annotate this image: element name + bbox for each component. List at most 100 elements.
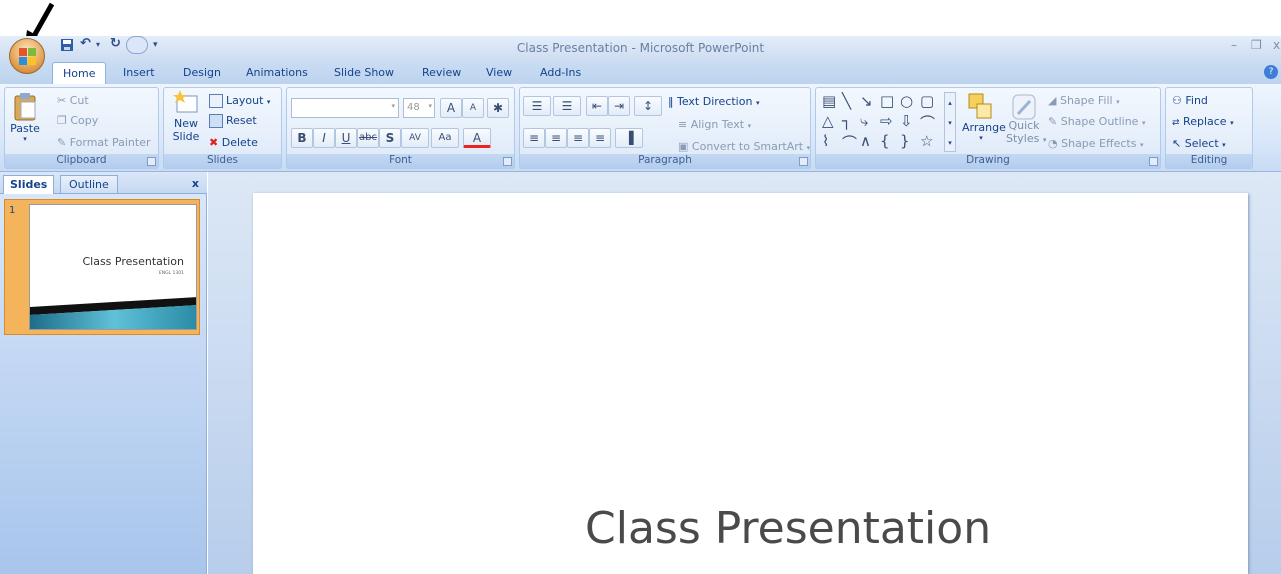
help-icon[interactable]: ?: [1264, 65, 1278, 79]
reset-button[interactable]: Reset: [209, 114, 257, 128]
decrease-indent-button[interactable]: ⇤: [586, 96, 608, 116]
minimize-icon[interactable]: –: [1231, 38, 1237, 52]
convert-smartart-button[interactable]: ▣ Convert to SmartArt ▾: [678, 140, 810, 153]
bullets-button[interactable]: ☰: [523, 96, 551, 116]
right-brace-shape-icon[interactable]: }: [900, 132, 910, 150]
oval-shape-icon[interactable]: ○: [900, 92, 913, 110]
font-group: ▾ 48 ▾ A A ✱ B I U abc S AV Aa A Font: [286, 87, 515, 169]
elbow-arrow-shape-icon[interactable]: ⤷: [860, 112, 868, 130]
layout-dropdown-icon: ▾: [266, 98, 271, 106]
freeform-shape-icon[interactable]: ⌇: [822, 132, 829, 150]
tab-home[interactable]: Home: [52, 62, 107, 85]
text-direction-button[interactable]: ‖ Text Direction ▾: [668, 95, 759, 108]
new-slide-button[interactable]: New Slide: [168, 90, 204, 143]
align-right-button[interactable]: ≡: [567, 128, 589, 148]
undo-icon[interactable]: ↶: [80, 36, 91, 56]
font-size-value: 48: [407, 102, 420, 113]
arrange-button[interactable]: Arrange ▾: [962, 92, 1006, 142]
window-controls: – ❐ x: [1211, 38, 1281, 58]
replace-button[interactable]: ⇄ Replace ▾: [1172, 115, 1234, 128]
close-icon[interactable]: x: [1273, 38, 1280, 52]
down-arrow-shape-icon[interactable]: ⇩: [900, 112, 913, 130]
font-launcher-icon[interactable]: [503, 157, 512, 166]
tab-review[interactable]: Review: [422, 66, 461, 79]
tab-view[interactable]: View: [486, 66, 512, 79]
rectangle-shape-icon[interactable]: □: [880, 92, 894, 110]
close-pane-icon[interactable]: x: [192, 177, 199, 190]
clear-formatting-icon[interactable]: ✱: [487, 98, 509, 118]
numbering-button[interactable]: ☰: [553, 96, 581, 116]
paste-button[interactable]: Paste ▾: [9, 92, 41, 143]
italic-button[interactable]: I: [313, 128, 335, 148]
redo-icon[interactable]: ↻: [110, 36, 121, 56]
shadow-button[interactable]: S: [379, 128, 401, 148]
elbow-connector-shape-icon[interactable]: ┐: [842, 112, 851, 130]
left-brace-shape-icon[interactable]: {: [880, 132, 890, 150]
cut-button[interactable]: ✂ Cut: [57, 94, 89, 107]
layout-label: Layout: [226, 94, 264, 107]
delete-button[interactable]: ✖ Delete: [209, 136, 258, 149]
wave-shape-icon[interactable]: ∧: [860, 132, 871, 150]
shape-outline-button[interactable]: ✎ Shape Outline ▾: [1048, 115, 1145, 128]
rounded-rectangle-shape-icon[interactable]: ▢: [920, 92, 934, 110]
curve-shape-icon[interactable]: ⌒: [920, 112, 935, 133]
tab-insert[interactable]: Insert: [123, 66, 155, 79]
textbox-shape-icon[interactable]: ▤: [822, 92, 836, 110]
customize-qat-icon[interactable]: ▾: [153, 40, 158, 60]
strikethrough-button[interactable]: abc: [357, 128, 379, 148]
drawing-launcher-icon[interactable]: [1149, 157, 1158, 166]
format-painter-button[interactable]: ✎ Format Painter: [57, 136, 151, 149]
tab-outline[interactable]: Outline: [60, 175, 118, 193]
layout-button[interactable]: Layout ▾: [209, 94, 270, 108]
font-color-button[interactable]: A: [463, 128, 491, 148]
find-button[interactable]: ⚇ Find: [1172, 94, 1208, 107]
arrow-shape-icon[interactable]: ↘: [860, 92, 873, 110]
slide-canvas[interactable]: Class Presentation: [253, 193, 1248, 574]
line-shape-icon[interactable]: ╲: [842, 92, 851, 110]
tab-slide-show[interactable]: Slide Show: [334, 66, 394, 79]
text-direction-label: Text Direction: [677, 95, 753, 108]
character-spacing-button[interactable]: AV: [401, 128, 429, 148]
slide-thumbnail-selected[interactable]: 1 Class Presentation ENGL 1301: [4, 199, 200, 335]
text-direction-icon: ‖: [668, 95, 674, 108]
shrink-font-button[interactable]: A: [462, 98, 484, 118]
tab-animations[interactable]: Animations: [246, 66, 308, 79]
columns-button[interactable]: ▐: [615, 128, 643, 148]
change-case-button[interactable]: Aa: [431, 128, 459, 148]
align-text-button[interactable]: ≡ Align Text ▾: [678, 118, 751, 131]
quick-styles-button[interactable]: Quick Styles ▾: [1006, 92, 1047, 145]
office-button[interactable]: [9, 38, 45, 74]
increase-indent-button[interactable]: ⇥: [608, 96, 630, 116]
paragraph-launcher-icon[interactable]: [799, 157, 808, 166]
align-left-button[interactable]: ≡: [523, 128, 545, 148]
shapes-scroll[interactable]: ▴ ▾ ▾: [944, 92, 956, 152]
restore-icon[interactable]: ❐: [1251, 38, 1262, 52]
bold-button[interactable]: B: [291, 128, 313, 148]
grow-font-button[interactable]: A: [440, 98, 462, 118]
underline-button[interactable]: U: [335, 128, 357, 148]
line-spacing-button[interactable]: ↕: [634, 96, 662, 116]
clipboard-launcher-icon[interactable]: [147, 157, 156, 166]
shapes-gallery[interactable]: ▤ ╲ ↘ □ ○ ▢ △ ┐ ⤷ ⇨ ⇩ ⌒ ⌇ ⌒ ∧ { } ☆: [820, 92, 950, 152]
tab-design[interactable]: Design: [183, 66, 221, 79]
font-size-combo[interactable]: 48 ▾: [403, 98, 435, 118]
font-name-combo[interactable]: ▾: [291, 98, 399, 118]
arc-shape-icon[interactable]: ⌒: [842, 132, 857, 153]
select-button[interactable]: ↖ Select ▾: [1172, 137, 1226, 150]
align-center-button[interactable]: ≡: [545, 128, 567, 148]
right-arrow-shape-icon[interactable]: ⇨: [880, 112, 893, 130]
triangle-shape-icon[interactable]: △: [822, 112, 834, 130]
slide-title-text[interactable]: Class Presentation: [585, 503, 991, 554]
shape-fill-button[interactable]: ◢ Shape Fill ▾: [1048, 94, 1120, 107]
save-icon[interactable]: [60, 38, 74, 58]
tab-slides[interactable]: Slides: [3, 175, 55, 194]
undo-dropdown-icon[interactable]: ▾: [96, 40, 100, 60]
justify-button[interactable]: ≡: [589, 128, 611, 148]
tab-add-ins[interactable]: Add-Ins: [540, 66, 581, 79]
smartart-icon: ▣: [678, 140, 689, 153]
quick-styles-label-2: Styles ▾: [1006, 132, 1047, 145]
slide-thumbnail[interactable]: Class Presentation ENGL 1301: [29, 204, 197, 330]
star-shape-icon[interactable]: ☆: [920, 132, 933, 150]
shape-effects-button[interactable]: ◔ Shape Effects ▾: [1048, 137, 1143, 150]
copy-button[interactable]: ❐ Copy: [57, 114, 98, 127]
